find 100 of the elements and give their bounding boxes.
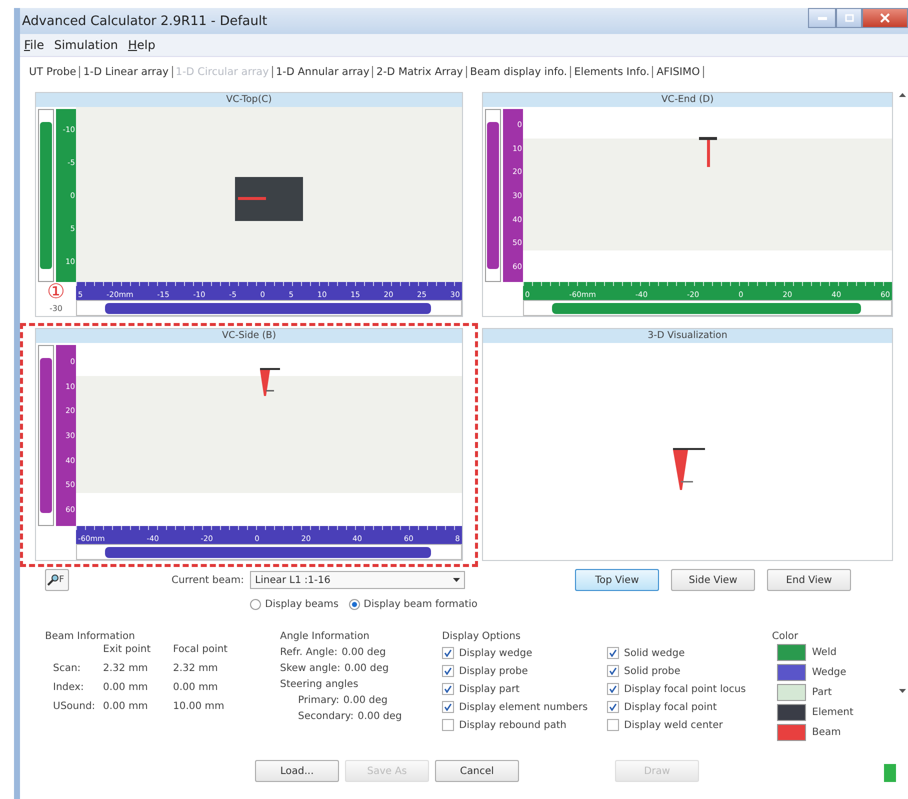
maximize-button[interactable] [836, 8, 862, 28]
window-title: Advanced Calculator 2.9R11 - Default [22, 14, 268, 28]
checkbox-option[interactable]: Solid wedge [607, 644, 777, 662]
checkbox[interactable] [442, 719, 454, 731]
beam-drawing [670, 448, 704, 490]
horizontal-scrollbar[interactable] [523, 300, 892, 316]
value-text: 0.00 deg [342, 647, 386, 658]
value-text: 0.00 deg [358, 711, 402, 722]
checkbox[interactable] [607, 683, 619, 695]
section-title: Display Options [442, 631, 522, 642]
value-text: 0.00 mm [103, 682, 149, 693]
tab[interactable]: AFISIMO [653, 66, 704, 78]
row-label: Secondary: [298, 711, 354, 722]
vertical-scrollbar[interactable] [38, 109, 54, 282]
check-icon [609, 685, 617, 693]
row-label: Index: [53, 682, 85, 693]
annotation-marker: ① [47, 279, 65, 303]
checkbox-option[interactable]: Display rebound path [442, 716, 607, 734]
checkbox-option[interactable]: Display focal point [607, 698, 777, 716]
caret-icon [453, 578, 460, 582]
section-title: Angle Information [280, 631, 371, 642]
column-header: Exit point [103, 644, 152, 655]
horizontal-scrollbar[interactable] [76, 544, 462, 560]
tab[interactable]: Beam display info. [467, 66, 572, 78]
minimize-icon [818, 16, 826, 20]
legend-label: Weld [812, 647, 837, 658]
legend-label: Beam [812, 727, 841, 738]
radio-option[interactable]: Display beam formatio [348, 598, 478, 610]
horizontal-scrollbar[interactable] [76, 300, 462, 316]
close-button[interactable] [862, 8, 908, 28]
checkbox[interactable] [607, 719, 619, 731]
color-swatch[interactable] [777, 664, 806, 681]
value-text: 2.32 mm [173, 663, 219, 674]
color-swatch[interactable] [777, 684, 806, 701]
menu-item[interactable]: Simulation [54, 38, 118, 52]
check-icon [609, 667, 617, 675]
legend-label: Element [812, 707, 854, 718]
tab[interactable]: 1-D Linear array [80, 66, 173, 78]
probe-drawing [698, 137, 716, 167]
row-label: Primary: [298, 695, 340, 706]
checkbox-option[interactable]: Display weld center [607, 716, 777, 734]
section-title: Color [772, 631, 800, 642]
checkbox-option[interactable]: Display element numbers [442, 698, 607, 716]
check-icon [609, 703, 617, 711]
view-button[interactable]: Top View [575, 569, 659, 591]
panel-title: VC-Side (B) [36, 329, 462, 343]
scroll-down-icon [898, 689, 906, 693]
value-text: 0.00 deg [344, 663, 389, 674]
vertical-scrollbar[interactable] [485, 109, 502, 282]
check-icon [444, 667, 452, 675]
radio-button[interactable] [250, 598, 261, 610]
tab[interactable]: UT Probe [26, 66, 80, 78]
tab[interactable]: 1-D Annular array [272, 66, 374, 78]
legend-label: Part [812, 687, 832, 698]
checkbox-option[interactable]: Display probe [442, 662, 607, 680]
checkbox-option[interactable]: Display focal point locus [607, 680, 777, 698]
color-swatch[interactable] [777, 724, 806, 741]
value-text: 0.00 deg [343, 695, 388, 706]
checkbox[interactable] [442, 665, 454, 677]
element-drawing [235, 177, 303, 221]
checkbox-option[interactable]: Display wedge [442, 644, 607, 662]
value-text: 10.00 mm [173, 701, 226, 712]
scroll-up-icon [898, 93, 906, 97]
legend-label: Wedge [812, 667, 846, 678]
vertical-scrollbar[interactable] [38, 345, 54, 526]
checkbox-option[interactable]: Solid probe [607, 662, 777, 680]
checkbox[interactable] [442, 683, 454, 695]
checkbox-option[interactable]: Display part [442, 680, 607, 698]
view-button[interactable]: Side View [671, 569, 755, 591]
radio-option[interactable]: Display beams [250, 598, 339, 610]
panel-title: VC-Top(C) [36, 93, 462, 107]
view-button[interactable]: End View [767, 569, 851, 591]
panel-title: VC-End (D) [483, 93, 892, 107]
subsection-title: Steering angles [280, 679, 360, 690]
checkbox[interactable] [442, 701, 454, 713]
minimize-button[interactable] [808, 8, 836, 28]
color-swatch[interactable] [777, 704, 806, 721]
maximize-icon [844, 14, 854, 22]
tab[interactable]: Elements Info. [571, 66, 654, 78]
search-button[interactable]: F [45, 569, 69, 591]
beam-dropdown[interactable]: Linear L1 :1-16 [250, 571, 465, 589]
checkbox[interactable] [607, 647, 619, 659]
beam-drawing [258, 368, 280, 398]
menu-item[interactable]: File [24, 38, 44, 52]
check-icon [444, 649, 452, 657]
checkbox[interactable] [442, 647, 454, 659]
action-button[interactable]: Cancel [435, 760, 519, 782]
section-title: Beam Information [45, 631, 136, 642]
color-swatch[interactable] [777, 644, 806, 661]
close-icon [880, 13, 890, 23]
checkbox[interactable] [607, 701, 619, 713]
status-indicator [884, 764, 896, 782]
action-button[interactable]: Load... [255, 760, 339, 782]
menu-item[interactable]: Help [128, 38, 156, 52]
value-text: 0.00 mm [173, 682, 219, 693]
checkbox[interactable] [607, 665, 619, 677]
radio-button[interactable] [348, 598, 360, 610]
tab[interactable]: 2-D Matrix Array [373, 66, 467, 78]
check-icon [444, 685, 452, 693]
field-label: Current beam: [172, 574, 245, 586]
